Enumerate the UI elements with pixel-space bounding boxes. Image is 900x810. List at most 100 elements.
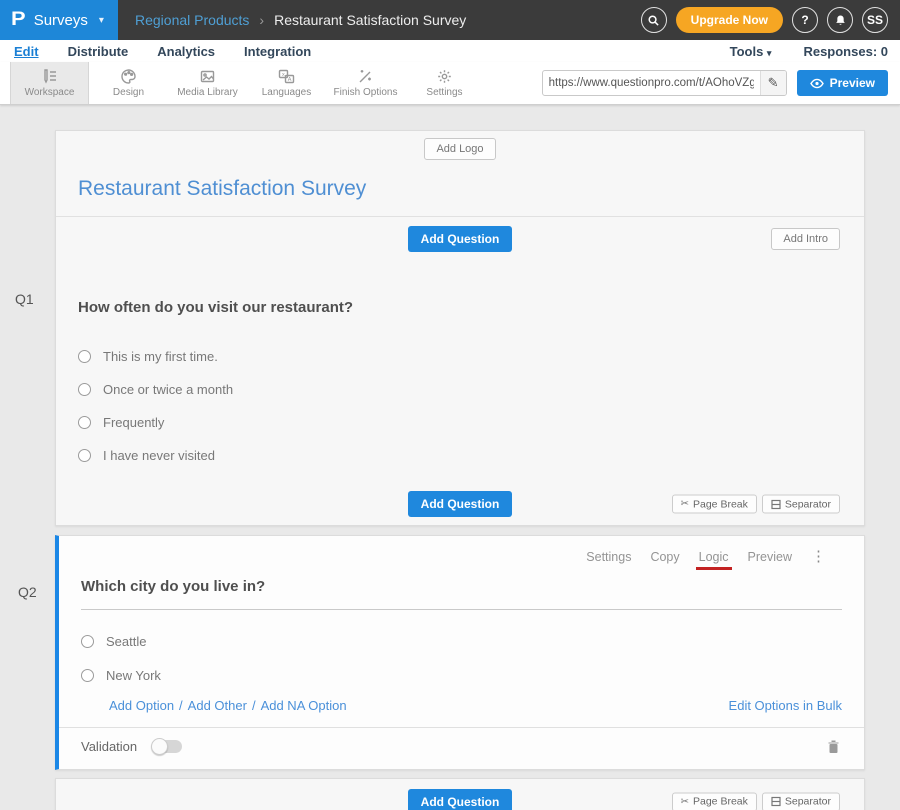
toolbar-languages[interactable]: xA Languages [247,62,326,104]
svg-text:x: x [282,72,285,78]
page-break-button[interactable]: ✂Page Break [672,495,757,514]
add-option-link[interactable]: Add Option [109,698,174,713]
option-label[interactable]: I have never visited [103,448,215,463]
tools-menu[interactable]: Tools ▾ [730,44,772,59]
toolbar-design[interactable]: Design [89,62,168,104]
add-question-button[interactable]: Add Question [408,226,513,252]
page-break-button[interactable]: ✂Page Break [672,792,757,810]
scissors-icon: ✂ [681,499,689,510]
add-logo-button[interactable]: Add Logo [424,138,495,160]
separator-icon [771,499,781,509]
add-na-option-link[interactable]: Add NA Option [261,698,347,713]
help-button[interactable]: ? [792,7,818,33]
bottom-add-question-strip: Add Question ✂Page Break Separator [55,778,865,810]
option-row: New York [81,658,842,692]
chevron-down-icon: ▾ [99,15,104,26]
nav-right: Tools ▾ Responses: 0 [730,44,888,59]
add-question-row: Add Question Add Intro [56,217,864,261]
pencil-icon: ✎ [768,75,779,91]
add-question-button[interactable]: Add Question [408,789,513,810]
option-label[interactable]: Once or twice a month [103,382,233,397]
top-header: P Surveys ▾ Regional Products › Restaura… [0,0,900,40]
trash-icon [827,739,840,754]
main-nav: Edit Distribute Analytics Integration To… [0,40,900,62]
responses-count: Responses: 0 [803,44,888,59]
option-row: Frequently [78,406,842,439]
breadcrumb-parent-link[interactable]: Regional Products [135,12,249,28]
option-row: Seattle [81,624,842,658]
kebab-menu-icon[interactable]: ⋮ [811,549,826,564]
toolbar-workspace[interactable]: Workspace [10,62,89,104]
add-question-button[interactable]: Add Question [408,491,513,517]
survey-url-box: ✎ [542,70,787,96]
add-question-row: Add Question ✂Page Break Separator [56,483,864,525]
edit-url-button[interactable]: ✎ [760,71,786,95]
option-row: This is my first time. [78,340,842,373]
add-intro-button[interactable]: Add Intro [771,228,840,250]
validation-toggle[interactable] [152,740,182,753]
breadcrumb-separator: › [259,12,264,28]
radio-button[interactable] [78,449,91,462]
chevron-down-icon: ▾ [767,48,772,58]
edit-options-in-bulk-link[interactable]: Edit Options in Bulk [729,698,842,713]
preview-button[interactable]: Preview [797,70,888,96]
toolbar-media-library[interactable]: Media Library [168,62,247,104]
validation-label: Validation [81,739,137,754]
option-row: Once or twice a month [78,373,842,406]
question-text: Which city do you live in? [81,578,265,595]
toolbar-settings[interactable]: Settings [405,62,484,104]
question-logic-button[interactable]: Logic [699,550,729,564]
question-text-field[interactable]: Which city do you live in? [81,578,842,610]
survey-title[interactable]: Restaurant Satisfaction Survey [78,177,864,201]
toolbar-finish-options[interactable]: Finish Options [326,62,405,104]
survey-url-input[interactable] [543,77,760,89]
radio-button[interactable] [81,635,94,648]
search-icon [647,14,660,27]
separator-button[interactable]: Separator [762,792,840,810]
avatar[interactable]: SS [862,7,888,33]
separator-button[interactable]: Separator [762,495,840,514]
bell-icon [834,14,847,27]
edit-toolbar: Workspace Design Media Library xA Langua… [0,62,900,105]
product-name: Surveys [34,12,88,29]
question-action-menu: Settings Copy Logic Preview ⋮ [586,549,826,564]
radio-button[interactable] [78,416,91,429]
add-other-link[interactable]: Add Other [188,698,247,713]
search-button[interactable] [641,7,667,33]
tab-analytics[interactable]: Analytics [157,44,215,59]
question-text[interactable]: How often do you visit our restaurant? [78,299,842,316]
toolbar-right: ✎ Preview [542,62,900,104]
svg-text:A: A [288,77,292,83]
radio-button[interactable] [78,383,91,396]
delete-question-button[interactable] [827,739,840,754]
separator-icon [771,797,781,807]
survey-header-block: Add Logo Restaurant Satisfaction Survey … [55,130,865,526]
option-label[interactable]: This is my first time. [103,349,218,364]
option-label[interactable]: Frequently [103,415,164,430]
option-label[interactable]: Seattle [106,634,146,649]
image-icon [199,68,216,85]
tab-edit[interactable]: Edit [14,44,39,59]
upgrade-now-button[interactable]: Upgrade Now [676,7,783,33]
translate-icon: xA [278,68,295,85]
palette-icon [120,68,137,85]
notifications-button[interactable] [827,7,853,33]
radio-button[interactable] [81,669,94,682]
radio-button[interactable] [78,350,91,363]
tab-integration[interactable]: Integration [244,44,311,59]
tab-distribute[interactable]: Distribute [68,44,129,59]
question-copy-button[interactable]: Copy [650,550,679,564]
gear-icon [436,68,453,85]
option-label[interactable]: New York [106,668,161,683]
question-settings-button[interactable]: Settings [586,550,631,564]
link-separator: / [252,698,256,713]
link-separator: / [179,698,183,713]
question-preview-button[interactable]: Preview [748,550,792,564]
product-switcher[interactable]: P Surveys ▾ [0,0,118,40]
header-actions: Upgrade Now ? SS [641,7,900,33]
magic-wand-icon [357,68,374,85]
validation-row: Validation [59,728,864,754]
add-question-row: Add Question ✂Page Break Separator [56,779,864,810]
breadcrumb-current: Restaurant Satisfaction Survey [274,12,466,28]
eye-icon [810,78,824,89]
